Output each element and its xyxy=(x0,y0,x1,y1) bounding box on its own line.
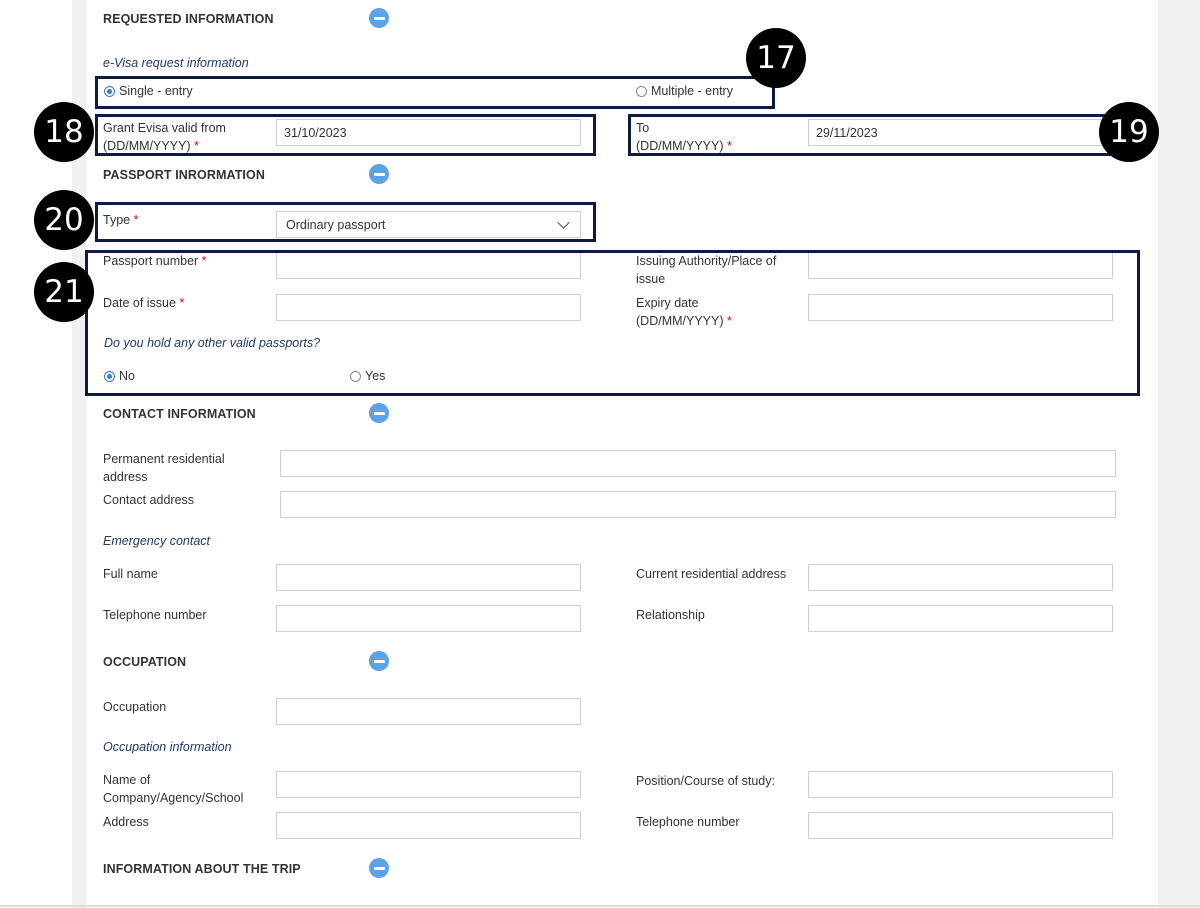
highlight-box-19 xyxy=(628,114,1118,156)
annotation-badge-19: 19 xyxy=(1099,102,1159,162)
trip-info-title: INFORMATION ABOUT THE TRIP xyxy=(103,862,301,876)
collapse-contact-icon[interactable] xyxy=(369,403,389,423)
company-name-label: Name of Company/Agency/School xyxy=(103,773,244,805)
company-name-input[interactable] xyxy=(276,771,581,798)
permanent-address-label: Permanent residential address xyxy=(103,452,225,484)
company-address-label: Address xyxy=(103,815,149,829)
current-address-input[interactable] xyxy=(808,564,1113,591)
emergency-telephone-input[interactable] xyxy=(276,605,581,632)
requested-info-title: REQUESTED INFORMATION xyxy=(103,12,274,26)
relationship-label: Relationship xyxy=(636,608,705,622)
company-telephone-input[interactable] xyxy=(808,812,1113,839)
passport-info-title: PASSPORT INRORMATION xyxy=(103,168,265,182)
emergency-contact-subheading: Emergency contact xyxy=(103,534,210,548)
collapse-requested-icon[interactable] xyxy=(369,8,389,28)
collapse-occupation-icon[interactable] xyxy=(369,651,389,671)
permanent-address-input[interactable] xyxy=(280,450,1116,477)
occupation-title: OCCUPATION xyxy=(103,655,187,669)
contact-address-input[interactable] xyxy=(280,491,1116,518)
collapse-passport-icon[interactable] xyxy=(369,164,389,184)
contact-address-label: Contact address xyxy=(103,493,195,507)
highlight-box-18 xyxy=(95,114,596,156)
page-gutter-right xyxy=(1158,0,1200,908)
highlight-box-17 xyxy=(95,76,775,109)
annotation-badge-18: 18 xyxy=(34,102,94,162)
highlight-box-21 xyxy=(85,250,1140,396)
highlight-box-20 xyxy=(95,202,596,242)
occupation-info-subheading: Occupation information xyxy=(103,740,232,754)
evisa-request-subheading: e-Visa request information xyxy=(103,56,249,70)
current-address-label: Current residential address xyxy=(636,567,787,581)
company-telephone-label: Telephone number xyxy=(636,815,740,829)
annotation-badge-20: 20 xyxy=(34,190,94,250)
relationship-input[interactable] xyxy=(808,605,1113,632)
occupation-input[interactable] xyxy=(276,698,581,725)
page-bottom-border xyxy=(0,905,1200,907)
position-input[interactable] xyxy=(808,771,1113,798)
emergency-telephone-label: Telephone number xyxy=(103,608,207,622)
full-name-label: Full name xyxy=(103,567,158,581)
contact-info-title: CONTACT INFORMATION xyxy=(103,407,256,421)
position-label: Position/Course of study: xyxy=(636,774,775,788)
annotation-badge-21: 21 xyxy=(34,262,94,322)
company-address-input[interactable] xyxy=(276,812,581,839)
full-name-input[interactable] xyxy=(276,564,581,591)
collapse-trip-icon[interactable] xyxy=(369,858,389,878)
annotation-badge-17: 17 xyxy=(746,28,806,88)
occupation-label: Occupation xyxy=(103,700,167,714)
